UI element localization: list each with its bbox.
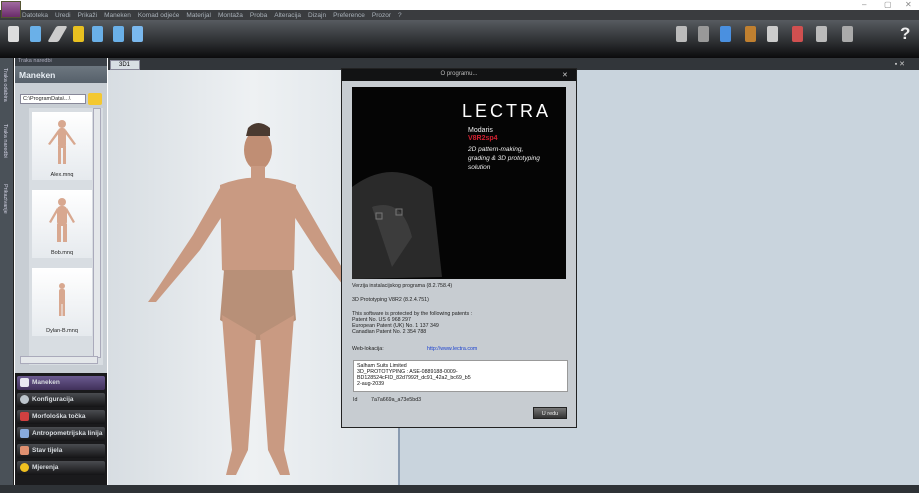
garment-alteration-icon[interactable] <box>132 26 143 42</box>
list-item[interactable]: Bob.mnq <box>32 190 92 258</box>
product-version: V8R2sp4 <box>468 135 498 142</box>
mannequin-list: Alex.mnq Bob.mnq Dylan-B.mnq <box>29 108 103 365</box>
path-combo[interactable]: C:\ProgramData\...\ <box>20 94 86 104</box>
pane-close-icon[interactable]: ▪ ✕ <box>895 60 905 68</box>
mannequin-thumbnail-icon <box>59 283 65 316</box>
gear-icon <box>20 395 29 404</box>
menu-bar: Datoteka Uredi Prikaži Maneken Komad odj… <box>0 10 919 20</box>
side-tab-selection[interactable]: Traka odabira <box>2 68 8 102</box>
prototyping-version: 3D Prototyping V8R2 (8.2.4.751) <box>352 297 429 303</box>
command-panel: Traka naredbi Maneken C:\ProgramData\...… <box>15 58 107 485</box>
panel-header: Traka naredbi <box>15 58 107 66</box>
dialog-close-button[interactable]: ✕ <box>562 71 568 79</box>
maximize-button[interactable]: ▢ <box>884 0 892 9</box>
side-tab-display[interactable]: Prikazivanje <box>2 184 8 214</box>
nav-morfoloska-tocka[interactable]: Morfološka točka <box>17 410 105 424</box>
garment-tool-icon[interactable] <box>30 26 41 42</box>
menu-proba[interactable]: Proba <box>250 12 267 19</box>
nav-konfiguracija[interactable]: Konfiguracija <box>17 393 105 407</box>
product-name: Modaris <box>468 127 493 134</box>
about-dialog: O programu... ✕ LECTRA Modaris V8R2sp4 2… <box>341 68 577 428</box>
menu-uredi[interactable]: Uredi <box>55 12 71 19</box>
vertical-scrollbar[interactable] <box>93 108 101 358</box>
fabric-roll-icon[interactable] <box>47 26 68 42</box>
view-icon[interactable] <box>767 26 778 42</box>
title-bar <box>0 0 919 10</box>
nav-mjerenja[interactable]: Mjerenja <box>17 461 105 475</box>
ok-button[interactable]: U redu <box>533 407 567 419</box>
nav-stav-tijela[interactable]: Stav tijela <box>17 444 105 458</box>
help-icon[interactable]: ? <box>900 24 910 44</box>
mannequin-thumbnail-icon <box>48 120 76 164</box>
list-item[interactable]: Alex.mnq <box>32 112 92 180</box>
list-item[interactable]: Dylan-B.mnq <box>32 268 92 336</box>
menu-help[interactable]: ? <box>398 12 402 19</box>
menu-dizajn[interactable]: Dizajn <box>308 12 326 19</box>
side-tab-commands[interactable]: Traka naredbi <box>2 124 8 158</box>
installer-version: Verzija instalacijskog programa (8.2.758… <box>352 283 453 289</box>
thread-spool-icon[interactable] <box>73 26 84 42</box>
posture-icon <box>20 446 29 455</box>
menu-preference[interactable]: Preference <box>333 12 365 19</box>
panel-title: Maneken <box>15 66 107 83</box>
close-button[interactable]: ✕ <box>905 0 912 9</box>
menu-maneken[interactable]: Maneken <box>104 12 131 19</box>
mannequin-outline-icon[interactable] <box>698 26 709 42</box>
measure-icon <box>20 463 29 472</box>
toolbar: ? <box>0 20 919 58</box>
mannequin-blue-icon[interactable] <box>720 26 731 42</box>
minimize-button[interactable]: – <box>862 0 866 9</box>
mannequin-thumbnail-icon <box>49 198 75 242</box>
status-bar <box>0 485 919 493</box>
splash-graphic <box>352 172 442 279</box>
door-icon[interactable] <box>842 26 853 42</box>
id-value: 7a7a669a_a73e5bd3 <box>371 397 422 403</box>
nav-antropometrijska-linija[interactable]: Antropometrijska linija <box>17 427 105 441</box>
garment-fit-icon[interactable] <box>113 26 124 42</box>
id-label: Id <box>353 397 358 403</box>
app-logo-icon <box>1 1 21 18</box>
menu-prikazi[interactable]: Prikaži <box>78 12 98 19</box>
garment-assembly-icon[interactable] <box>92 26 103 42</box>
patent-line: Canadian Patent No. 2 354 788 <box>352 329 427 335</box>
render-icon[interactable] <box>792 26 803 42</box>
mannequin-tool-icon[interactable] <box>8 26 19 42</box>
tab-3d1[interactable]: 3D1 <box>110 60 140 70</box>
menu-prozor[interactable]: Prozor <box>372 12 391 19</box>
product-tagline: 2D pattern-making, grading & 3D prototyp… <box>468 146 540 171</box>
lectra-logo: LECTRA <box>462 101 552 121</box>
menu-datoteka[interactable]: Datoteka <box>22 12 48 19</box>
side-tab-strip: Traka odabira Traka naredbi Prikazivanje <box>0 58 14 485</box>
folder-icon[interactable] <box>88 93 102 105</box>
menu-komad-odjece[interactable]: Komad odjeće <box>138 12 180 19</box>
mannequin-icon <box>20 378 29 387</box>
menu-montaza[interactable]: Montaža <box>218 12 243 19</box>
web-label: Web-lokacija: <box>352 346 384 352</box>
command-nav: Maneken Konfiguracija Morfološka točka A… <box>15 373 107 485</box>
web-link[interactable]: http://www.lectra.com <box>427 346 477 352</box>
dialog-title: O programu... <box>342 69 576 81</box>
nav-maneken[interactable]: Maneken <box>17 376 105 390</box>
menu-materijal[interactable]: Materijal <box>186 12 211 19</box>
splash-image: LECTRA Modaris V8R2sp4 2D pattern-making… <box>352 87 566 279</box>
point-icon <box>20 412 29 421</box>
measure-tool-icon[interactable] <box>676 26 687 42</box>
horizontal-scrollbar[interactable] <box>20 356 98 364</box>
line-icon <box>20 429 29 438</box>
menu-alteracija[interactable]: Alteracija <box>274 12 301 19</box>
license-box[interactable]: Salham Suits Limited 3D_PROTOTYPING : AS… <box>353 360 568 392</box>
transform-icon[interactable] <box>745 26 756 42</box>
grid-icon[interactable] <box>816 26 827 42</box>
